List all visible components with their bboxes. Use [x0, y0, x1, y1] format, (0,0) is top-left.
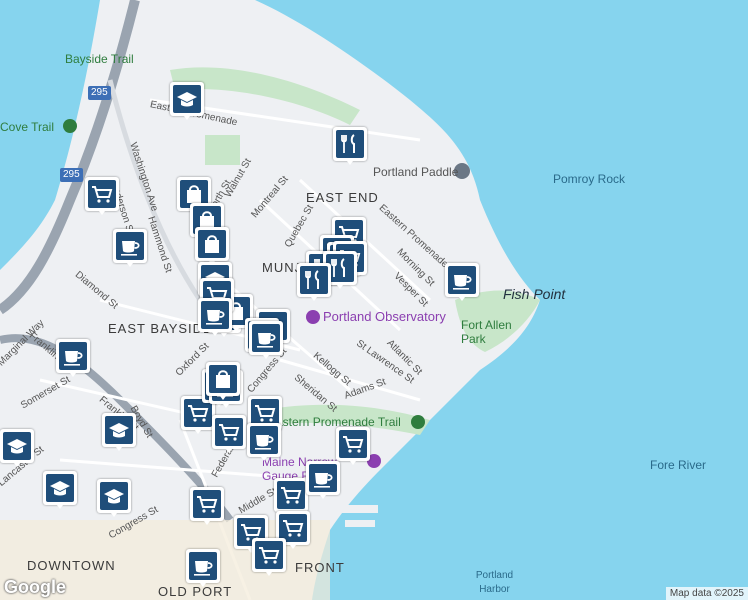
coffee-icon: [64, 351, 83, 366]
coffee-icon: [453, 275, 472, 290]
shopping-cart-icon: [219, 424, 240, 441]
pier: [338, 505, 378, 513]
district-label-front: FRONT: [295, 560, 345, 575]
school-icon: [104, 489, 124, 504]
coffee-marker[interactable]: [249, 321, 283, 363]
school-icon: [109, 423, 129, 438]
coffee-marker[interactable]: [306, 461, 340, 503]
restaurant-marker[interactable]: [333, 127, 367, 169]
poi-label-portland-paddle: Portland Paddle: [373, 165, 459, 179]
coffee-marker[interactable]: [198, 298, 232, 340]
coffee-icon: [194, 561, 213, 576]
bayside-park-marker[interactable]: [63, 119, 77, 133]
school-marker[interactable]: [43, 471, 77, 513]
coffee-marker[interactable]: [445, 263, 479, 305]
coffee-marker[interactable]: [247, 423, 281, 465]
shopping-bag-icon: [205, 235, 219, 253]
district-label-downtown: DOWNTOWN: [27, 558, 116, 573]
shopping-bag-icon: [216, 370, 230, 388]
coffee-icon: [257, 333, 276, 348]
google-logo: Google: [4, 577, 66, 597]
school-marker[interactable]: [102, 413, 136, 455]
park-label-cove-trail: Cove Trail: [0, 120, 55, 134]
fort-allen-park-marker[interactable]: [411, 415, 425, 429]
shopping-bag-marker[interactable]: [206, 362, 240, 404]
shopping-cart-marker[interactable]: [190, 487, 224, 529]
school-icon: [7, 439, 27, 454]
portland-observatory-marker[interactable]: [306, 310, 320, 324]
school-marker[interactable]: [97, 479, 131, 521]
park-label-fort-allen: Fort Allen Park: [461, 318, 512, 346]
shopping-cart-marker[interactable]: [252, 538, 286, 580]
map-attribution: Map data ©2025: [665, 587, 748, 600]
school-marker[interactable]: [170, 82, 204, 124]
park-label-eastern-promenade-trail: Eastern Promenade Trail: [268, 415, 401, 429]
coffee-marker[interactable]: [186, 549, 220, 591]
shopping-cart-icon: [259, 547, 280, 564]
coffee-icon: [314, 473, 333, 488]
coffee-icon: [206, 310, 225, 325]
water-label-fore-river: Fore River: [650, 458, 707, 472]
shopping-cart-marker[interactable]: [212, 415, 246, 457]
fish-point-label: Fish Point: [503, 286, 566, 302]
shopping-cart-marker[interactable]: [336, 427, 370, 469]
poi-label-portland-observatory: Portland Observatory: [323, 309, 446, 324]
pier: [345, 520, 375, 527]
coffee-icon: [121, 241, 140, 256]
shopping-cart-icon: [343, 436, 364, 453]
coffee-icon: [255, 435, 274, 450]
shopping-cart-icon: [92, 186, 113, 203]
highway-shield-295-south: 295: [60, 168, 83, 182]
restaurant-icon: [341, 134, 355, 153]
highway-shield-295: 295: [88, 86, 111, 100]
school-icon: [177, 92, 197, 107]
shopping-cart-icon: [281, 487, 302, 504]
water-label-portland-harbor: Portland Harbor: [475, 570, 514, 595]
restaurant-icon: [305, 270, 319, 289]
coffee-marker[interactable]: [113, 229, 147, 271]
park-area: [205, 135, 240, 165]
shopping-cart-marker[interactable]: [85, 177, 119, 219]
water-label-pomroy-rock: Pomroy Rock: [553, 172, 626, 186]
school-marker[interactable]: [0, 429, 34, 471]
restaurant-marker[interactable]: [297, 263, 331, 305]
park-label-bayside-trail: Bayside Trail: [65, 52, 134, 66]
coffee-marker[interactable]: [56, 339, 90, 381]
school-icon: [50, 481, 70, 496]
district-label-east-end: EAST END: [306, 190, 379, 205]
shopping-cart-icon: [197, 496, 218, 513]
